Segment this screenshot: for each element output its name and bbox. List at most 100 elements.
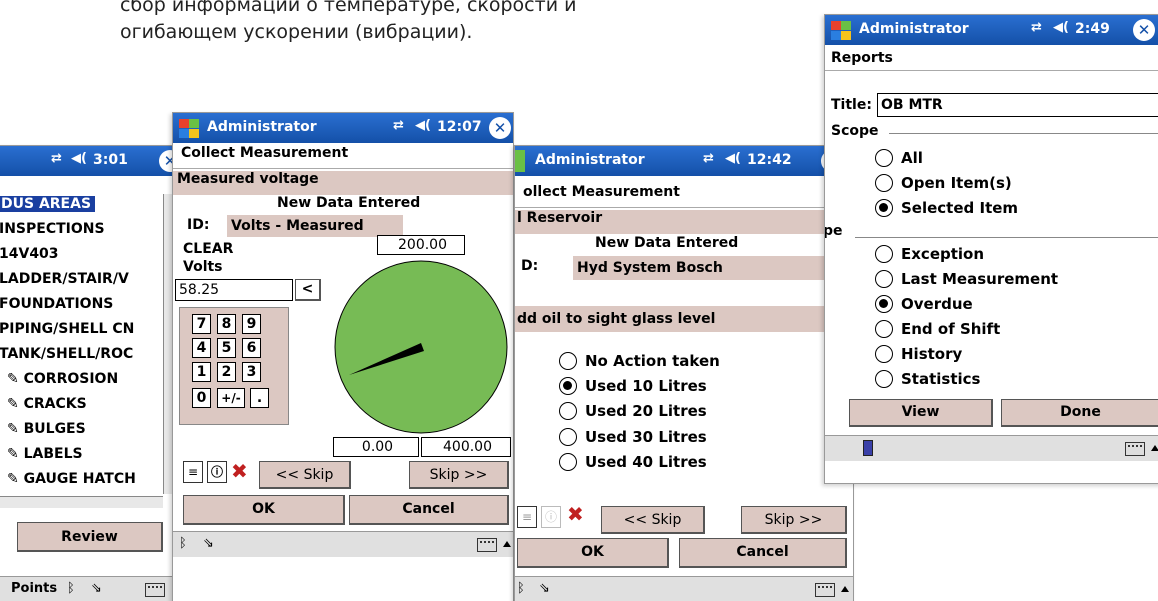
key-9[interactable]: 9 — [242, 314, 261, 334]
connectivity-icon[interactable]: ⇄ — [703, 151, 714, 166]
skip-next-button[interactable]: Skip >> — [409, 461, 509, 489]
horizontal-scrollbar[interactable] — [0, 496, 163, 508]
option-used-10[interactable]: Used 10 Litres — [559, 375, 819, 397]
key-3[interactable]: 3 — [242, 362, 261, 382]
notes-icon[interactable]: ≡ — [183, 461, 203, 483]
list-item[interactable]: ✎ CRACKS — [7, 396, 87, 412]
tools-icon[interactable]: ✖ — [231, 459, 248, 483]
type-option-exception[interactable]: Exception — [875, 243, 1155, 265]
radio-button[interactable] — [559, 352, 577, 370]
connectivity-icon[interactable]: ⇄ — [393, 118, 404, 133]
option-used-40[interactable]: Used 40 Litres — [559, 451, 819, 473]
type-option-statistics[interactable]: Statistics — [875, 368, 1155, 390]
type-option-overdue[interactable]: Overdue — [875, 293, 1155, 315]
scope-option-selected-item[interactable]: Selected Item — [875, 197, 1155, 219]
list-item[interactable]: LADDER/STAIR/V — [0, 271, 129, 287]
volume-icon[interactable]: ◀( — [71, 151, 87, 166]
key-5[interactable]: 5 — [217, 338, 236, 358]
close-icon[interactable]: ✕ — [489, 117, 511, 139]
view-button[interactable]: View — [849, 399, 993, 427]
cancel-button[interactable]: Cancel — [679, 538, 847, 568]
tools-icon[interactable]: ✖ — [567, 502, 584, 526]
title-input[interactable]: OB MTR — [877, 93, 1158, 117]
skip-prev-button[interactable]: << Skip — [259, 461, 351, 489]
ok-button[interactable]: OK — [517, 538, 669, 568]
radio-button[interactable] — [875, 370, 893, 388]
info-icon[interactable]: ⓘ — [207, 461, 227, 483]
clock[interactable]: 2:49 — [1075, 21, 1110, 37]
keyboard-menu-icon[interactable] — [503, 541, 511, 547]
list-item[interactable]: INSPECTIONS — [0, 221, 105, 237]
keyboard-icon[interactable] — [145, 583, 165, 597]
notes-icon[interactable]: ≡ — [517, 506, 537, 528]
type-option-history[interactable]: History — [875, 343, 1155, 365]
scope-option-all[interactable]: All — [875, 147, 1155, 169]
skip-next-button[interactable]: Skip >> — [741, 506, 847, 534]
close-icon[interactable]: ✕ — [1133, 19, 1155, 41]
bookmark-icon[interactable] — [863, 440, 873, 456]
list-item[interactable]: ✎ CORROSION — [7, 371, 118, 387]
key-decimal[interactable]: . — [250, 388, 269, 408]
clock[interactable]: 3:01 — [93, 152, 128, 168]
radio-button[interactable] — [559, 377, 577, 395]
list-item[interactable]: DUS AREAS — [0, 196, 96, 212]
list-item[interactable]: TANK/SHELL/ROC — [0, 346, 133, 362]
key-0[interactable]: 0 — [192, 388, 211, 408]
windows-logo-icon[interactable] — [515, 150, 525, 172]
list-item[interactable]: FOUNDATIONS — [0, 296, 113, 312]
key-1[interactable]: 1 — [192, 362, 211, 382]
list-item[interactable]: ✎ LABELS — [7, 446, 83, 462]
option-used-30[interactable]: Used 30 Litres — [559, 426, 819, 448]
option-used-20[interactable]: Used 20 Litres — [559, 400, 819, 422]
volume-icon[interactable]: ◀( — [1053, 20, 1069, 35]
windows-logo-icon[interactable] — [829, 19, 853, 41]
type-option-last-measurement[interactable]: Last Measurement — [875, 268, 1155, 290]
radio-button[interactable] — [875, 295, 893, 313]
radio-button[interactable] — [559, 402, 577, 420]
keyboard-icon[interactable] — [1125, 442, 1145, 456]
scope-option-open-items[interactable]: Open Item(s) — [875, 172, 1155, 194]
skip-prev-button[interactable]: << Skip — [601, 506, 705, 534]
option-no-action[interactable]: No Action taken — [559, 350, 819, 372]
windows-logo-icon[interactable] — [177, 117, 201, 139]
keyboard-menu-icon[interactable] — [1151, 445, 1158, 451]
radio-button[interactable] — [559, 453, 577, 471]
clock[interactable]: 12:07 — [437, 119, 482, 135]
keyboard-menu-icon[interactable] — [841, 586, 849, 592]
key-2[interactable]: 2 — [217, 362, 236, 382]
radio-button[interactable] — [875, 270, 893, 288]
radio-button[interactable] — [875, 245, 893, 263]
key-plus-minus[interactable]: +/- — [217, 388, 245, 408]
done-button[interactable]: Done — [1001, 399, 1158, 427]
radio-button[interactable] — [559, 428, 577, 446]
radio-button[interactable] — [875, 345, 893, 363]
clear-label[interactable]: CLEAR — [183, 241, 233, 257]
backspace-button[interactable]: < — [295, 279, 321, 301]
info-icon[interactable]: ⓘ — [541, 506, 561, 528]
volume-icon[interactable]: ◀( — [725, 151, 741, 166]
volume-icon[interactable]: ◀( — [415, 118, 431, 133]
cancel-button[interactable]: Cancel — [349, 495, 509, 525]
clock[interactable]: 12:42 — [747, 152, 792, 168]
radio-button[interactable] — [875, 199, 893, 217]
bluetooth-icon[interactable]: ᛒ — [179, 536, 187, 551]
key-4[interactable]: 4 — [192, 338, 211, 358]
list-item[interactable]: ✎ GAUGE HATCH — [7, 471, 136, 487]
list-item[interactable]: ✎ BULGES — [7, 421, 86, 437]
keyboard-icon[interactable] — [815, 583, 835, 597]
value-input[interactable]: 58.25 — [175, 279, 293, 301]
radio-button[interactable] — [875, 320, 893, 338]
key-8[interactable]: 8 — [217, 314, 236, 334]
connectivity-icon[interactable]: ⇄ — [1031, 20, 1042, 35]
connection-icon[interactable]: ⇘ — [539, 581, 550, 596]
ok-button[interactable]: OK — [183, 495, 345, 525]
key-7[interactable]: 7 — [192, 314, 211, 334]
keyboard-icon[interactable] — [477, 538, 497, 552]
points-label[interactable]: Points — [11, 581, 57, 596]
list-item[interactable]: 14V403 — [0, 246, 59, 262]
connection-icon[interactable]: ⇘ — [203, 536, 214, 551]
key-6[interactable]: 6 — [242, 338, 261, 358]
bluetooth-icon[interactable]: ᛒ — [517, 581, 525, 596]
radio-button[interactable] — [875, 149, 893, 167]
connectivity-icon[interactable]: ⇄ — [51, 151, 62, 166]
